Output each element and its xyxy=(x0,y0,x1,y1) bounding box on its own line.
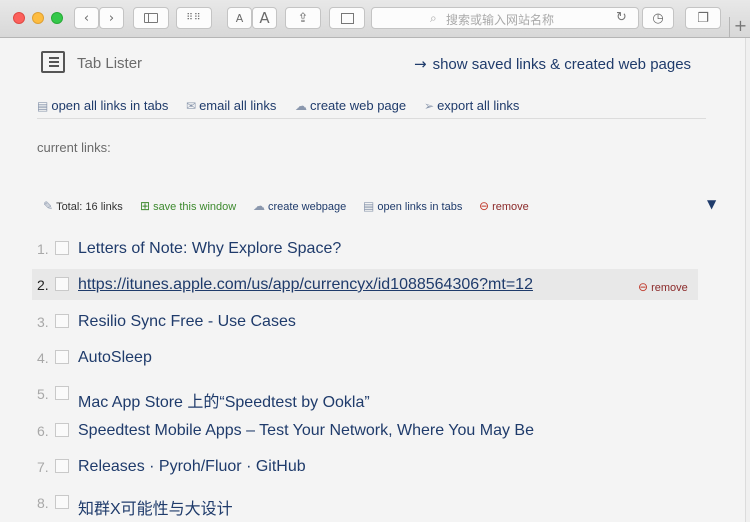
grid-icon: ⠿⠿ xyxy=(186,13,202,23)
decrease-text-button[interactable]: A xyxy=(227,7,252,29)
open-all-links-button[interactable]: ▤ open all links in tabs xyxy=(37,98,168,113)
divider xyxy=(37,118,706,119)
item-link[interactable]: https://itunes.apple.com/us/app/currency… xyxy=(78,276,533,294)
item-number: 6. xyxy=(37,423,49,439)
envelope-icon: ✉ xyxy=(186,99,197,113)
share-button[interactable]: ⇪ xyxy=(285,7,321,29)
tab-overview-button[interactable]: ❐ xyxy=(685,7,721,29)
open-window-links-button[interactable]: ▤ open links in tabs xyxy=(363,199,462,213)
forward-button[interactable]: › xyxy=(99,7,124,29)
item-link[interactable]: Resilio Sync Free - Use Cases xyxy=(78,313,296,331)
minus-circle-icon: ⊖ xyxy=(638,280,649,294)
reader-button[interactable] xyxy=(329,7,365,29)
item-number: 3. xyxy=(37,314,49,330)
new-tab-button[interactable]: + xyxy=(729,17,750,37)
remove-window-button[interactable]: ⊖ remove xyxy=(479,199,529,213)
item-checkbox[interactable] xyxy=(55,277,69,291)
item-number: 5. xyxy=(37,386,49,402)
item-number: 8. xyxy=(37,495,49,511)
chevron-right-icon: › xyxy=(108,10,115,26)
clock-icon: ◷ xyxy=(652,10,664,26)
address-placeholder: 搜索或输入网站名称 xyxy=(446,13,555,27)
arrow-right-icon: → xyxy=(414,55,427,73)
create-webpage-button[interactable]: ☁ create webpage xyxy=(253,199,346,213)
cloud-upload-icon: ☁ xyxy=(295,99,307,113)
item-link[interactable]: Releases · Pyroh/Fluor · GitHub xyxy=(78,458,306,476)
sidebar-button[interactable] xyxy=(133,7,169,29)
minus-circle-icon: ⊖ xyxy=(479,199,490,213)
item-checkbox[interactable] xyxy=(55,386,69,400)
item-checkbox[interactable] xyxy=(55,459,69,473)
top-sites-button[interactable]: ⠿⠿ xyxy=(176,7,212,29)
item-checkbox[interactable] xyxy=(55,423,69,437)
cloud-upload-icon: ☁ xyxy=(253,199,265,213)
item-number: 7. xyxy=(37,459,49,475)
current-links-label: current links: xyxy=(37,140,111,155)
total-links: ✎ Total: 16 links xyxy=(43,199,123,213)
edit-icon: ✎ xyxy=(43,199,54,213)
item-link[interactable]: AutoSleep xyxy=(78,349,152,367)
save-window-button[interactable]: ⊞ save this window xyxy=(140,199,236,213)
create-web-page-button[interactable]: ☁ create web page xyxy=(295,98,406,113)
app-title: Tab Lister xyxy=(77,55,143,72)
item-checkbox[interactable] xyxy=(55,495,69,509)
tab-lister-logo-icon xyxy=(41,51,65,73)
minimize-window-button[interactable] xyxy=(32,12,44,24)
item-link[interactable]: 知群X可能性与大设计 xyxy=(78,495,233,519)
reload-icon[interactable]: ↻ xyxy=(616,10,627,25)
item-number: 1. xyxy=(37,241,49,257)
collapse-triangle-icon[interactable]: ▼ xyxy=(707,197,716,211)
back-button[interactable]: ‹ xyxy=(74,7,99,29)
item-checkbox[interactable] xyxy=(55,314,69,328)
save-icon: ⊞ xyxy=(140,199,151,213)
scrollbar[interactable] xyxy=(745,38,750,522)
item-remove-button[interactable]: ⊖ remove xyxy=(638,280,688,294)
browser-toolbar: ‹ › ⠿⠿ A A ⇪ 搜索或输入网站名称 ⌕ ↻ ◷ ❐ + xyxy=(0,0,750,38)
item-link[interactable]: Letters of Note: Why Explore Space? xyxy=(78,240,341,258)
close-window-button[interactable] xyxy=(13,12,25,24)
paper-plane-icon: ➢ xyxy=(424,99,435,113)
sidebar-icon xyxy=(144,13,158,23)
list-icon: ▤ xyxy=(37,99,49,113)
address-bar[interactable]: 搜索或输入网站名称 ⌕ ↻ xyxy=(371,7,639,29)
share-icon: ⇪ xyxy=(297,10,309,26)
item-link[interactable]: Mac App Store 上的“Speedtest by Ookla” xyxy=(78,388,370,412)
item-number: 2. xyxy=(37,277,49,293)
item-link[interactable]: Speedtest Mobile Apps – Test Your Networ… xyxy=(78,422,534,440)
chevron-left-icon: ‹ xyxy=(83,10,90,26)
export-all-links-button[interactable]: ➢ export all links xyxy=(424,98,519,113)
item-number: 4. xyxy=(37,350,49,366)
item-checkbox[interactable] xyxy=(55,241,69,255)
increase-text-button[interactable]: A xyxy=(252,7,277,29)
zoom-window-button[interactable] xyxy=(51,12,63,24)
history-button[interactable]: ◷ xyxy=(642,7,674,29)
reader-icon xyxy=(340,12,354,24)
search-icon: ⌕ xyxy=(430,11,437,25)
plus-icon: + xyxy=(733,16,748,35)
tabs-icon: ❐ xyxy=(697,10,709,26)
item-checkbox[interactable] xyxy=(55,350,69,364)
show-saved-links-link[interactable]: → show saved links & created web pages xyxy=(414,55,691,73)
list-icon: ▤ xyxy=(363,199,375,213)
email-all-links-button[interactable]: ✉ email all links xyxy=(186,98,276,113)
